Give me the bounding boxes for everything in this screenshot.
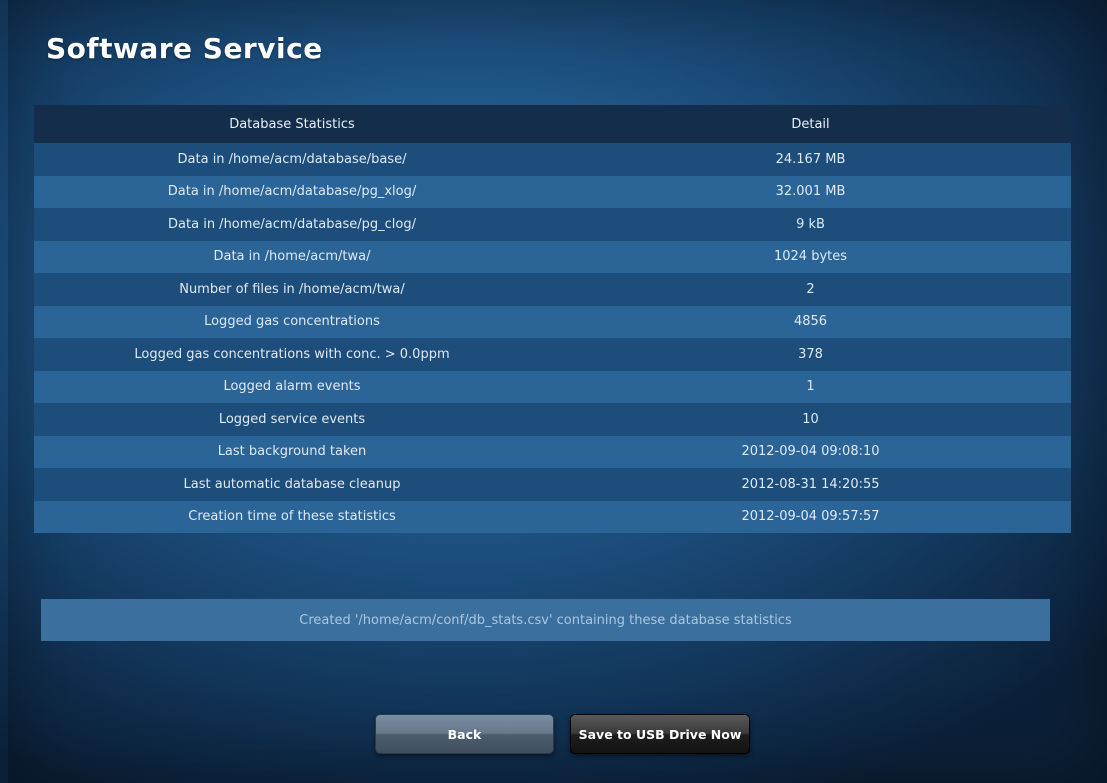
row-label: Data in /home/acm/twa/ (213, 249, 371, 265)
row-label: Creation time of these statistics (188, 509, 396, 525)
row-value: 4856 (793, 314, 828, 330)
table-row: Data in /home/acm/twa/ 1024 bytes (34, 240, 1071, 273)
row-value: 2012-09-04 09:57:57 (741, 509, 880, 525)
row-value: 378 (798, 346, 823, 362)
status-message-text: Created '/home/acm/conf/db_stats.csv' co… (299, 612, 792, 628)
table-row: Number of files in /home/acm/twa/ 2 (34, 273, 1071, 306)
table-row: Data in /home/acm/database/pg_clog/ 9 kB (34, 208, 1071, 241)
status-message-bar: Created '/home/acm/conf/db_stats.csv' co… (41, 599, 1050, 641)
table-row: Logged service events 10 (34, 403, 1071, 436)
back-button-label: Back (447, 726, 482, 742)
table-row: Last automatic database cleanup 2012-08-… (34, 468, 1071, 501)
column-header-detail: Detail (791, 116, 830, 132)
row-label: Logged service events (218, 411, 366, 427)
table-header-row: Database Statistics Detail (34, 105, 1071, 143)
row-label: Logged gas concentrations (204, 314, 380, 330)
row-label: Last background taken (217, 444, 367, 460)
table-row: Data in /home/acm/database/base/ 24.167 … (34, 143, 1071, 176)
row-label: Logged gas concentrations with conc. > 0… (134, 346, 450, 362)
row-label: Last automatic database cleanup (183, 476, 401, 492)
screen: Software Service Database Statistics Det… (0, 0, 1107, 783)
row-value: 2012-08-31 14:20:55 (741, 476, 880, 492)
save-to-usb-button-label: Save to USB Drive Now (578, 726, 742, 742)
row-value: 10 (802, 411, 819, 427)
row-value: 32.001 MB (775, 184, 846, 200)
row-value: 1 (806, 379, 815, 395)
row-label: Data in /home/acm/database/base/ (177, 151, 407, 167)
row-value: 9 kB (796, 216, 825, 232)
table-row: Logged alarm events 1 (34, 370, 1071, 403)
row-value: 1024 bytes (773, 249, 848, 265)
table-row: Last background taken 2012-09-04 09:08:1… (34, 435, 1071, 468)
row-label: Number of files in /home/acm/twa/ (179, 281, 405, 297)
table-row: Logged gas concentrations with conc. > 0… (34, 338, 1071, 371)
row-value: 24.167 MB (775, 151, 846, 167)
column-header-statistic: Database Statistics (229, 116, 355, 132)
table-row: Data in /home/acm/database/pg_xlog/ 32.0… (34, 175, 1071, 208)
database-statistics-table: Database Statistics Detail Data in /home… (34, 105, 1071, 533)
save-to-usb-button[interactable]: Save to USB Drive Now (570, 714, 750, 754)
table-row: Logged gas concentrations 4856 (34, 305, 1071, 338)
row-label: Data in /home/acm/database/pg_clog/ (168, 216, 416, 232)
row-value: 2 (806, 281, 815, 297)
row-label: Logged alarm events (223, 379, 361, 395)
row-label: Data in /home/acm/database/pg_xlog/ (167, 184, 417, 200)
table-row: Creation time of these statistics 2012-0… (34, 500, 1071, 533)
page-title: Software Service (46, 32, 323, 65)
row-value: 2012-09-04 09:08:10 (741, 444, 880, 460)
back-button[interactable]: Back (375, 714, 554, 754)
